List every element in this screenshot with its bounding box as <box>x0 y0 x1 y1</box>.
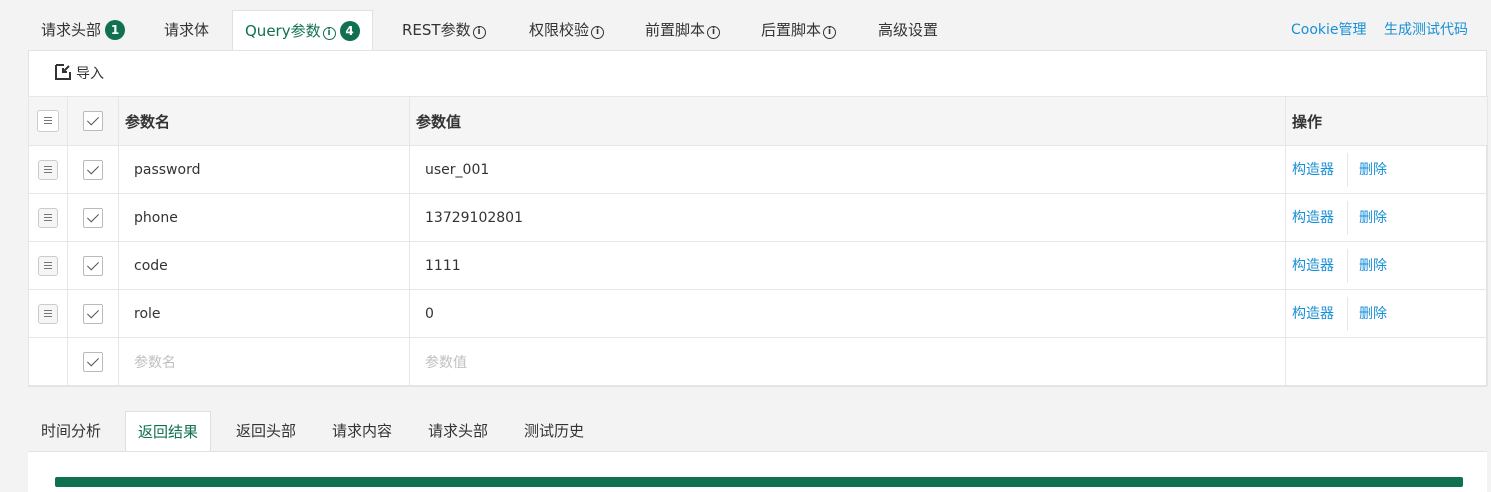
divider <box>1347 200 1348 235</box>
tab-post-script[interactable]: 后置脚本 i <box>761 10 837 50</box>
builder-link[interactable]: 构造器 <box>1292 210 1334 226</box>
info-icon: i <box>322 27 336 40</box>
row-checkbox[interactable] <box>83 255 103 276</box>
import-icon <box>54 64 76 82</box>
row-checkbox[interactable] <box>83 207 103 228</box>
table-row: role 0 构造器 删除 <box>28 289 1488 338</box>
tab-response-result[interactable]: 返回结果 <box>125 411 212 452</box>
cookie-manager-link[interactable]: Cookie管理 <box>1291 10 1367 50</box>
request-tabs: 请求头部 1 请求体 Query参数 i 4 REST参数 i 权限校验 i 前置脚本 i … <box>0 10 1491 51</box>
count-badge: 1 <box>105 20 126 40</box>
info-icon: i <box>591 26 605 39</box>
import-button[interactable]: 导入 <box>54 62 104 86</box>
drag-handle-icon[interactable] <box>38 207 58 228</box>
new-param-value-input[interactable]: 参数值 <box>409 337 1286 386</box>
builder-link[interactable]: 构造器 <box>1292 306 1334 322</box>
row-checkbox[interactable] <box>83 303 103 324</box>
tab-label: REST参数 <box>402 21 471 39</box>
row-actions: 构造器 删除 <box>1285 241 1488 290</box>
param-value-input[interactable]: 1111 <box>409 241 1286 290</box>
tab-label: 后置脚本 <box>761 21 822 39</box>
delete-link[interactable]: 删除 <box>1359 306 1387 322</box>
check-cell <box>67 289 119 338</box>
delete-link[interactable]: 删除 <box>1359 162 1387 178</box>
param-name-input[interactable]: code <box>118 241 410 290</box>
table-row: phone 13729102801 构造器 删除 <box>28 193 1488 242</box>
drag-handle-icon[interactable] <box>38 159 58 180</box>
tab-test-history[interactable]: 测试历史 <box>524 411 584 451</box>
response-status-bar <box>55 477 1463 487</box>
info-icon: i <box>472 26 486 39</box>
info-icon: i <box>823 26 837 39</box>
divider <box>1347 152 1348 187</box>
drag-handle-icon[interactable] <box>38 255 58 276</box>
tab-pre-script[interactable]: 前置脚本 i <box>645 10 721 50</box>
divider <box>1347 248 1348 283</box>
row-actions <box>1285 337 1488 386</box>
new-param-name-input[interactable]: 参数名 <box>118 337 410 386</box>
check-cell <box>67 193 119 242</box>
count-badge: 4 <box>339 21 360 41</box>
drag-cell <box>28 193 68 242</box>
info-icon: i <box>707 26 721 39</box>
row-actions: 构造器 删除 <box>1285 145 1488 194</box>
tab-time-analysis[interactable]: 时间分析 <box>41 411 101 451</box>
check-cell <box>67 241 119 290</box>
tab-request-body[interactable]: 请求体 <box>164 10 209 50</box>
header-operations: 操作 <box>1285 96 1488 146</box>
check-cell <box>67 145 119 194</box>
tab-label: Query参数 <box>245 22 321 40</box>
table-row: code 1111 构造器 删除 <box>28 241 1488 290</box>
param-value-input[interactable]: 13729102801 <box>409 193 1286 242</box>
drag-cell <box>28 241 68 290</box>
generate-test-code-link[interactable]: 生成测试代码 <box>1384 10 1468 50</box>
table-row: password user_001 构造器 删除 <box>28 145 1488 194</box>
tab-query-params[interactable]: Query参数 i 4 <box>232 10 373 51</box>
param-name-input[interactable]: phone <box>118 193 410 242</box>
tab-label: 权限校验 <box>529 21 590 39</box>
drag-handle-icon[interactable] <box>38 303 58 324</box>
row-actions: 构造器 删除 <box>1285 193 1488 242</box>
tab-label: 高级设置 <box>878 21 939 39</box>
drag-cell <box>28 337 68 386</box>
select-all-checkbox[interactable] <box>83 111 103 131</box>
drag-cell <box>28 289 68 338</box>
tab-rest-params[interactable]: REST参数 i <box>402 10 486 50</box>
menu-icon[interactable] <box>37 110 59 132</box>
table-header: 参数名 参数值 操作 <box>28 96 1488 146</box>
tab-request-headers[interactable]: 请求头部 1 <box>41 10 126 50</box>
check-cell <box>67 337 119 386</box>
param-value-input[interactable]: user_001 <box>409 145 1286 194</box>
param-name-input[interactable]: password <box>118 145 410 194</box>
tab-label: 请求体 <box>164 21 210 39</box>
tab-request-content[interactable]: 请求内容 <box>332 411 392 451</box>
tab-auth[interactable]: 权限校验 i <box>529 10 605 50</box>
new-param-row: 参数名 参数值 <box>28 337 1488 386</box>
delete-link[interactable]: 删除 <box>1359 210 1387 226</box>
tab-label: 前置脚本 <box>645 21 706 39</box>
drag-header-cell <box>28 96 68 146</box>
param-name-input[interactable]: role <box>118 289 410 338</box>
tab-advanced[interactable]: 高级设置 <box>878 10 938 50</box>
divider <box>1347 296 1348 331</box>
builder-link[interactable]: 构造器 <box>1292 258 1334 274</box>
header-param-value: 参数值 <box>409 96 1286 146</box>
tab-response-headers[interactable]: 返回头部 <box>236 411 296 451</box>
tab-label: 请求头部 <box>41 21 102 39</box>
params-table: 参数名 参数值 操作 password user_001 构造器 删除 phone… <box>28 96 1488 386</box>
row-checkbox[interactable] <box>83 159 103 180</box>
delete-link[interactable]: 删除 <box>1359 258 1387 274</box>
select-all-cell <box>67 96 119 146</box>
header-param-name: 参数名 <box>118 96 410 146</box>
tab-request-headers-bottom[interactable]: 请求头部 <box>428 411 488 451</box>
import-label: 导入 <box>76 66 104 82</box>
row-checkbox[interactable] <box>83 351 103 372</box>
builder-link[interactable]: 构造器 <box>1292 162 1334 178</box>
param-value-input[interactable]: 0 <box>409 289 1286 338</box>
row-actions: 构造器 删除 <box>1285 289 1488 338</box>
drag-cell <box>28 145 68 194</box>
